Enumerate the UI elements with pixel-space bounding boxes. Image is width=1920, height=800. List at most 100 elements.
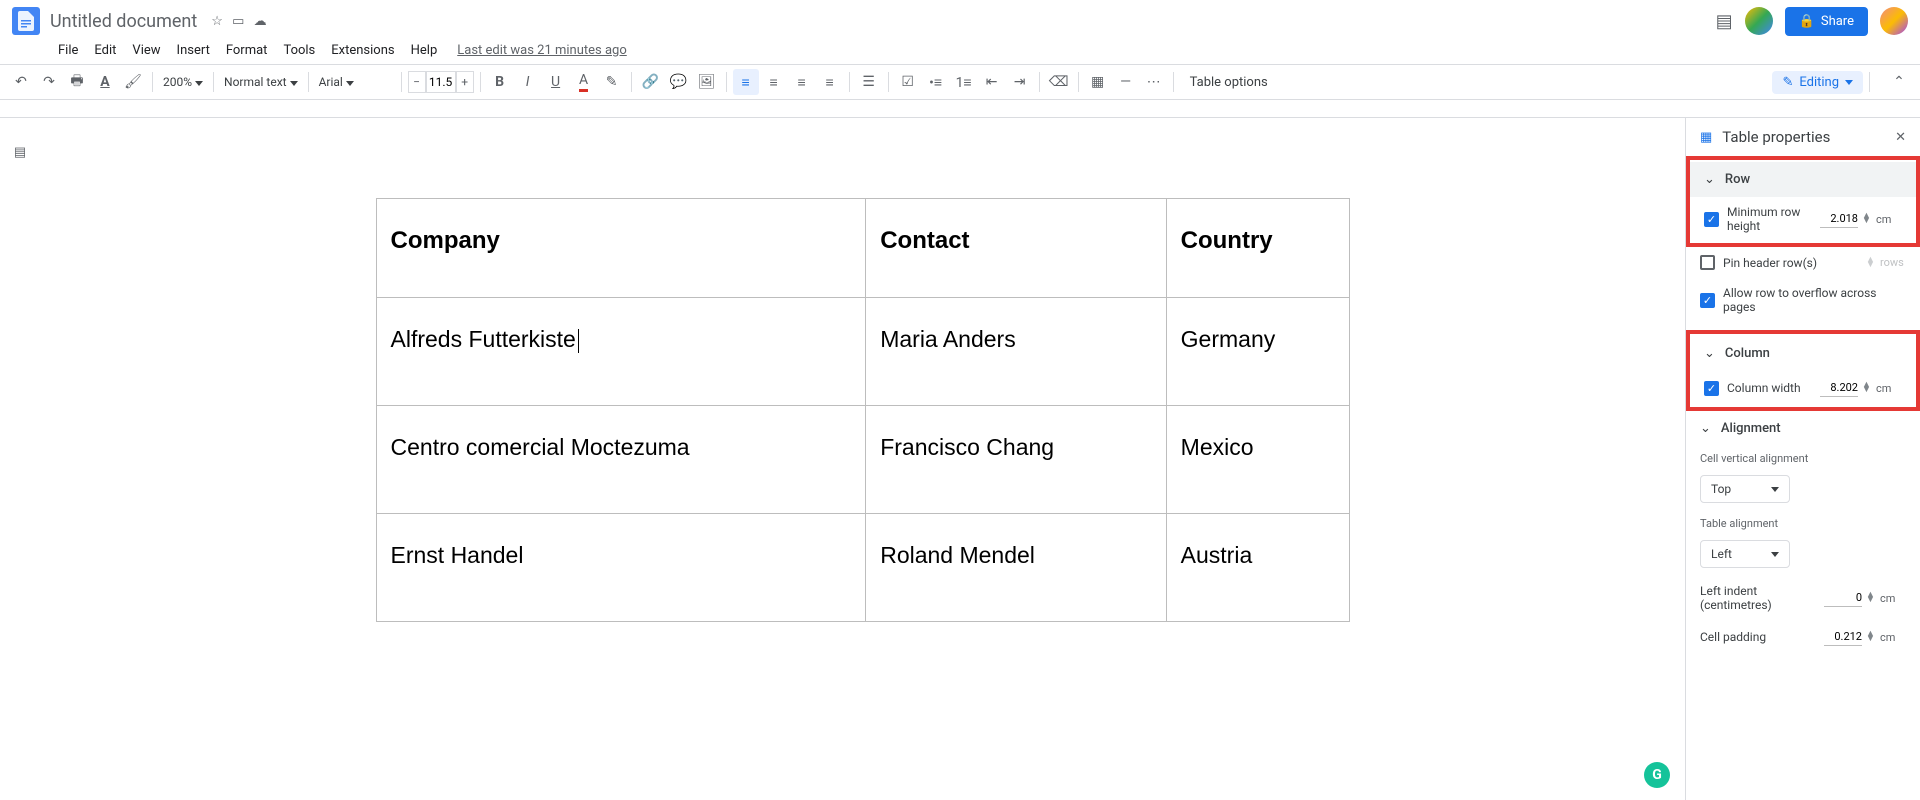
- column-width-unit: cm: [1876, 382, 1902, 395]
- table-row[interactable]: Alfreds Futterkiste Maria Anders Germany: [376, 298, 1349, 406]
- font-size-increase[interactable]: +: [456, 71, 474, 93]
- row-section-header[interactable]: ⌄ Row: [1690, 162, 1916, 197]
- docs-logo-icon[interactable]: [12, 7, 40, 35]
- left-indent-input[interactable]: [1824, 589, 1862, 607]
- table-cell[interactable]: Alfreds Futterkiste: [376, 298, 866, 406]
- cloud-status-icon[interactable]: ☁: [254, 14, 267, 29]
- paint-format-button[interactable]: 🖌: [120, 69, 146, 95]
- highlight-button[interactable]: ✎: [599, 69, 625, 95]
- zoom-select[interactable]: 200%: [159, 73, 207, 91]
- menu-edit[interactable]: Edit: [88, 40, 122, 61]
- horizontal-ruler[interactable]: [0, 100, 1920, 118]
- min-row-height-stepper[interactable]: ▲▼: [1862, 214, 1872, 224]
- menu-view[interactable]: View: [126, 40, 166, 61]
- border-color-button[interactable]: ▦: [1085, 69, 1111, 95]
- clear-formatting-button[interactable]: ⌫: [1046, 69, 1072, 95]
- table-cell[interactable]: Roland Mendel: [866, 514, 1166, 622]
- table-cell[interactable]: Centro comercial Moctezuma: [376, 406, 866, 514]
- checklist-button[interactable]: ☑: [895, 69, 921, 95]
- table-align-select[interactable]: Left: [1700, 540, 1790, 568]
- share-button[interactable]: 🔒 Share: [1785, 7, 1868, 36]
- menu-help[interactable]: Help: [405, 40, 444, 61]
- menu-file[interactable]: File: [52, 40, 84, 61]
- close-panel-button[interactable]: ✕: [1895, 130, 1906, 145]
- table-header-cell[interactable]: Contact: [866, 199, 1166, 298]
- redo-button[interactable]: ↷: [36, 69, 62, 95]
- table-header-cell[interactable]: Country: [1166, 199, 1349, 298]
- column-section-highlight: ⌄ Column Column width ▲▼ cm: [1686, 330, 1920, 411]
- spellcheck-button[interactable]: A: [92, 69, 118, 95]
- left-indent-stepper[interactable]: ▲▼: [1866, 593, 1876, 603]
- text-color-button[interactable]: A: [571, 69, 597, 95]
- collapse-toolbar-button[interactable]: ⌃: [1886, 69, 1912, 95]
- undo-button[interactable]: ↶: [8, 69, 34, 95]
- star-icon[interactable]: ☆: [211, 14, 223, 29]
- font-size-input[interactable]: [426, 71, 456, 93]
- bulleted-list-button[interactable]: •≡: [923, 69, 949, 95]
- left-indent-unit: cm: [1880, 592, 1906, 605]
- bold-button[interactable]: B: [487, 69, 513, 95]
- insert-image-button[interactable]: 🖼: [694, 69, 720, 95]
- decrease-indent-button[interactable]: ⇤: [979, 69, 1005, 95]
- menu-insert[interactable]: Insert: [171, 40, 216, 61]
- outline-toggle-icon[interactable]: ▤: [8, 140, 32, 164]
- font-select[interactable]: Arial: [315, 73, 395, 91]
- menu-tools[interactable]: Tools: [277, 40, 321, 61]
- table-cell[interactable]: Austria: [1166, 514, 1349, 622]
- column-width-stepper[interactable]: ▲▼: [1862, 383, 1872, 393]
- meet-icon[interactable]: [1745, 7, 1773, 35]
- table-cell[interactable]: Francisco Chang: [866, 406, 1166, 514]
- grammarly-badge-icon[interactable]: G: [1644, 762, 1670, 788]
- table-cell[interactable]: Germany: [1166, 298, 1349, 406]
- document-canvas[interactable]: Company Contact Country Alfreds Futterki…: [40, 118, 1685, 800]
- border-width-button[interactable]: —: [1113, 69, 1139, 95]
- min-row-height-unit: cm: [1876, 213, 1902, 226]
- alignment-section-header[interactable]: ⌄ Alignment: [1686, 411, 1920, 446]
- numbered-list-button[interactable]: 1≡: [951, 69, 977, 95]
- table-options-button[interactable]: Table options: [1180, 71, 1278, 94]
- border-dash-button[interactable]: ⋯: [1141, 69, 1167, 95]
- comments-history-icon[interactable]: ▤: [1716, 11, 1733, 32]
- table-cell[interactable]: Ernst Handel: [376, 514, 866, 622]
- menu-format[interactable]: Format: [220, 40, 274, 61]
- move-icon[interactable]: ▭: [232, 14, 244, 29]
- panel-title: Table properties: [1722, 128, 1830, 146]
- column-width-checkbox[interactable]: [1704, 381, 1719, 396]
- column-width-input[interactable]: [1820, 379, 1858, 397]
- underline-button[interactable]: U: [543, 69, 569, 95]
- line-spacing-button[interactable]: ☰: [856, 69, 882, 95]
- align-left-button[interactable]: ≡: [733, 69, 759, 95]
- insert-comment-button[interactable]: 💬: [666, 69, 692, 95]
- table-header-cell[interactable]: Company: [376, 199, 866, 298]
- align-justify-button[interactable]: ≡: [817, 69, 843, 95]
- lock-icon: 🔒: [1799, 14, 1815, 29]
- overflow-checkbox[interactable]: [1700, 293, 1715, 308]
- table-cell[interactable]: Maria Anders: [866, 298, 1166, 406]
- increase-indent-button[interactable]: ⇥: [1007, 69, 1033, 95]
- align-center-button[interactable]: ≡: [761, 69, 787, 95]
- menu-extensions[interactable]: Extensions: [325, 40, 400, 61]
- table-cell[interactable]: Mexico: [1166, 406, 1349, 514]
- print-button[interactable]: 🖶: [64, 69, 90, 95]
- italic-button[interactable]: I: [515, 69, 541, 95]
- cell-vertical-align-select[interactable]: Top: [1700, 475, 1790, 503]
- cell-padding-input[interactable]: [1824, 628, 1862, 646]
- avatar[interactable]: [1880, 7, 1908, 35]
- pin-header-checkbox[interactable]: [1700, 255, 1715, 270]
- table-row[interactable]: Centro comercial Moctezuma Francisco Cha…: [376, 406, 1349, 514]
- font-size-decrease[interactable]: −: [408, 71, 426, 93]
- insert-link-button[interactable]: 🔗: [638, 69, 664, 95]
- last-edit-link[interactable]: Last edit was 21 minutes ago: [457, 43, 627, 58]
- min-row-height-checkbox[interactable]: [1704, 212, 1719, 227]
- column-section-header[interactable]: ⌄ Column: [1690, 336, 1916, 371]
- document-title[interactable]: Untitled document: [50, 11, 197, 32]
- table-properties-icon: ▦: [1700, 130, 1712, 145]
- paragraph-style-select[interactable]: Normal text: [220, 73, 302, 91]
- mode-select[interactable]: ✎ Editing: [1772, 71, 1863, 94]
- cell-padding-stepper[interactable]: ▲▼: [1866, 632, 1876, 642]
- table-row[interactable]: Ernst Handel Roland Mendel Austria: [376, 514, 1349, 622]
- table-header-row[interactable]: Company Contact Country: [376, 199, 1349, 298]
- min-row-height-input[interactable]: [1820, 210, 1858, 228]
- document-table[interactable]: Company Contact Country Alfreds Futterki…: [376, 198, 1350, 622]
- align-right-button[interactable]: ≡: [789, 69, 815, 95]
